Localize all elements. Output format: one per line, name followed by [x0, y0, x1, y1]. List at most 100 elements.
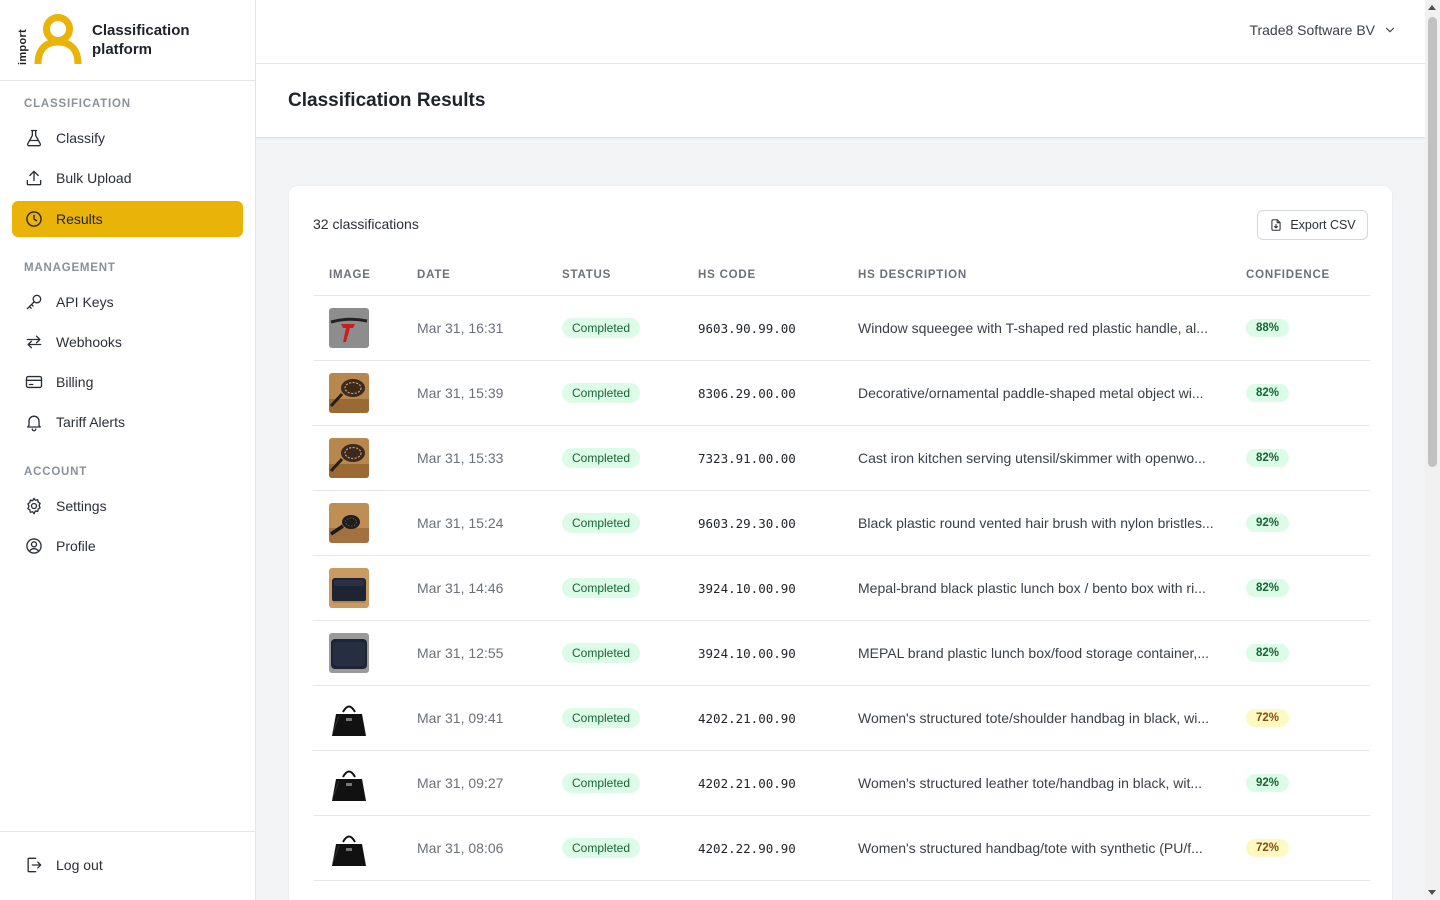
table-row[interactable]: Mar 31, 09:27 Completed 4202.21.00.90 Women…	[313, 751, 1370, 816]
org-name: Trade8 Software BV	[1249, 22, 1375, 38]
row-image-cell	[329, 296, 369, 360]
logout-label: Log out	[56, 857, 103, 873]
credit-card-icon	[24, 372, 44, 392]
logo-wordmark: import	[17, 28, 29, 65]
results-card: 32 classifications Export CSV IMAGE DATE…	[288, 185, 1393, 900]
status-badge: Completed	[562, 318, 641, 338]
product-thumbnail[interactable]	[329, 633, 369, 673]
confidence-badge: 72%	[1246, 709, 1290, 727]
results-table-body: Mar 31, 16:31 Completed 9603.90.99.00 Windo…	[313, 296, 1370, 881]
product-thumbnail[interactable]	[329, 568, 369, 608]
table-row[interactable]: Mar 31, 15:24 Completed 9603.29.30.00 Black…	[313, 491, 1370, 556]
sidebar-item-bulk-upload[interactable]: Bulk Upload	[12, 160, 243, 196]
sidebar-item-label: Profile	[56, 538, 96, 554]
row-status-cell: Completed	[562, 751, 641, 815]
export-csv-label: Export CSV	[1290, 218, 1356, 232]
status-badge: Completed	[562, 448, 641, 468]
product-thumbnail[interactable]	[329, 373, 369, 413]
table-row[interactable]: Mar 31, 12:55 Completed 3924.10.00.90 MEPAL…	[313, 621, 1370, 686]
sidebar-item-settings[interactable]: Settings	[12, 488, 243, 524]
sidebar-item-label: Tariff Alerts	[56, 414, 125, 430]
sidebar-item-label: Billing	[56, 374, 94, 390]
export-csv-button[interactable]: Export CSV	[1257, 210, 1368, 240]
table-row[interactable]: Mar 31, 14:46 Completed 3924.10.00.90 Mepal…	[313, 556, 1370, 621]
status-badge: Completed	[562, 708, 641, 728]
row-image-cell	[329, 426, 369, 490]
row-date: Mar 31, 15:33	[417, 450, 504, 466]
row-hs-description: Decorative/ornamental paddle-shaped meta…	[858, 385, 1204, 401]
product-thumbnail[interactable]	[329, 763, 369, 803]
row-status-cell: Completed	[562, 491, 641, 555]
upload-icon	[24, 168, 44, 188]
product-thumbnail[interactable]	[329, 698, 369, 738]
status-badge: Completed	[562, 773, 641, 793]
status-badge: Completed	[562, 838, 641, 858]
row-image-cell	[329, 361, 369, 425]
row-status-cell: Completed	[562, 556, 641, 620]
table-row[interactable]: Mar 31, 09:41 Completed 4202.21.00.90 Women…	[313, 686, 1370, 751]
product-thumbnail[interactable]	[329, 308, 369, 348]
flask-icon	[24, 128, 44, 148]
column-header-status[interactable]: STATUS	[562, 269, 611, 281]
row-confidence-cell: 82%	[1246, 621, 1290, 685]
sidebar-item-results[interactable]: Results	[12, 201, 243, 237]
logout-button[interactable]: Log out	[12, 847, 243, 883]
sidebar-item-label: Settings	[56, 498, 107, 514]
table-row[interactable]: Mar 31, 15:39 Completed 8306.29.00.00 Decor…	[313, 361, 1370, 426]
row-status-cell: Completed	[562, 621, 641, 685]
scroll-down-arrow-icon[interactable]	[1428, 890, 1436, 895]
row-date: Mar 31, 09:41	[417, 710, 504, 726]
table-row[interactable]: Mar 31, 16:31 Completed 9603.90.99.00 Windo…	[313, 296, 1370, 361]
row-confidence-cell: 92%	[1246, 751, 1290, 815]
column-header-confidence[interactable]: CONFIDENCE	[1246, 269, 1330, 281]
product-thumbnail[interactable]	[329, 503, 369, 543]
nav-section-account: ACCOUNT	[24, 466, 88, 478]
row-confidence-cell: 82%	[1246, 361, 1290, 425]
product-thumbnail[interactable]	[329, 438, 369, 478]
confidence-badge: 82%	[1246, 449, 1290, 467]
logo-mark-icon	[34, 14, 82, 65]
row-hs-description: Black plastic round vented hair brush wi…	[858, 515, 1214, 531]
table-row[interactable]: Mar 31, 08:06 Completed 4202.22.90.90 Women…	[313, 816, 1370, 881]
row-status-cell: Completed	[562, 426, 641, 490]
table-row[interactable]: Mar 31, 15:33 Completed 7323.91.00.00 Cast …	[313, 426, 1370, 491]
page-scrollbar[interactable]	[1425, 0, 1440, 900]
sidebar: import Classification platform CLASSIFIC…	[0, 0, 256, 900]
row-date: Mar 31, 16:31	[417, 320, 504, 336]
row-hs-description: Mepal-brand black plastic lunch box / be…	[858, 580, 1206, 596]
scrollbar-thumb[interactable]	[1428, 17, 1437, 467]
results-count: 32 classifications	[313, 216, 419, 232]
column-header-date[interactable]: DATE	[417, 269, 451, 281]
row-image-cell	[329, 686, 369, 750]
row-hs-code: 8306.29.00.00	[698, 385, 796, 401]
product-thumbnail[interactable]	[329, 828, 369, 868]
file-export-icon	[1269, 218, 1283, 232]
scroll-up-arrow-icon[interactable]	[1428, 5, 1436, 10]
sidebar-item-tariff-alerts[interactable]: Tariff Alerts	[12, 404, 243, 440]
status-badge: Completed	[562, 513, 641, 533]
row-confidence-cell: 92%	[1246, 491, 1290, 555]
column-header-hs-code[interactable]: HS CODE	[698, 269, 756, 281]
brand-name: Classification platform	[92, 21, 190, 59]
org-switcher[interactable]: Trade8 Software BV	[1249, 22, 1397, 38]
sidebar-item-billing[interactable]: Billing	[12, 364, 243, 400]
row-date: Mar 31, 15:39	[417, 385, 504, 401]
confidence-badge: 82%	[1246, 384, 1290, 402]
brand-name-line1: Classification	[92, 22, 190, 39]
brand[interactable]: import Classification platform	[0, 0, 255, 81]
row-hs-description: Window squeegee with T-shaped red plasti…	[858, 320, 1208, 336]
sidebar-item-webhooks[interactable]: Webhooks	[12, 324, 243, 360]
sidebar-item-classify[interactable]: Classify	[12, 120, 243, 156]
confidence-badge: 72%	[1246, 839, 1290, 857]
row-hs-code: 9603.29.30.00	[698, 515, 796, 531]
sidebar-item-api-keys[interactable]: API Keys	[12, 284, 243, 320]
nav-section-classification: CLASSIFICATION	[24, 98, 131, 110]
row-confidence-cell: 82%	[1246, 426, 1290, 490]
logout-icon	[24, 855, 44, 875]
confidence-badge: 82%	[1246, 579, 1290, 597]
status-badge: Completed	[562, 383, 641, 403]
sidebar-item-profile[interactable]: Profile	[12, 528, 243, 564]
row-status-cell: Completed	[562, 296, 641, 360]
row-hs-code: 4202.21.00.90	[698, 775, 796, 791]
row-image-cell	[329, 556, 369, 620]
